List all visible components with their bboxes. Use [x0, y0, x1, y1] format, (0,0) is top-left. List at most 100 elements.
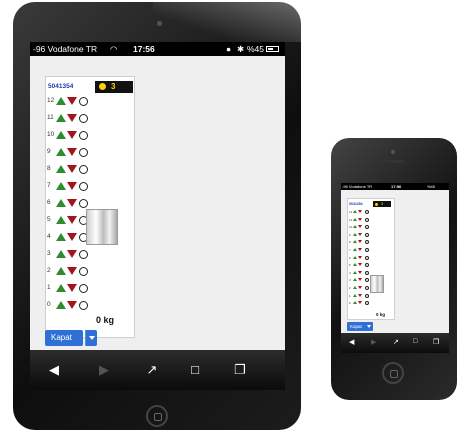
floor-label: 12 — [47, 97, 55, 104]
phone-share-icon[interactable]: ↗ — [393, 338, 399, 346]
floor-indicator-circle[interactable] — [364, 225, 369, 230]
call-up-arrow-icon[interactable] — [353, 293, 357, 297]
call-up-arrow-icon[interactable] — [353, 263, 357, 267]
call-up-arrow-icon[interactable] — [353, 210, 357, 213]
floor-indicator-circle[interactable] — [364, 255, 369, 260]
call-down-arrow-icon[interactable] — [67, 267, 77, 275]
floor-indicator-circle[interactable] — [364, 240, 369, 245]
call-down-arrow-icon[interactable] — [67, 216, 77, 224]
floor-indicator-circle[interactable] — [79, 267, 88, 276]
carrier-label: -96 Vodafone TR — [33, 44, 98, 54]
call-up-arrow-icon[interactable] — [56, 284, 66, 292]
call-up-arrow-icon[interactable] — [353, 248, 357, 251]
call-up-arrow-icon[interactable] — [56, 199, 66, 207]
call-down-arrow-icon[interactable] — [358, 240, 363, 244]
forward-icon[interactable]: ▶ — [94, 362, 114, 378]
call-down-arrow-icon[interactable] — [358, 255, 363, 259]
floor-indicator-circle[interactable] — [364, 278, 369, 283]
phone-bookmarks-icon[interactable]: □ — [413, 338, 417, 345]
phone-forward-icon[interactable]: ▶ — [371, 338, 376, 346]
call-down-arrow-icon[interactable] — [67, 131, 77, 139]
call-down-arrow-icon[interactable] — [358, 248, 363, 251]
call-down-arrow-icon[interactable] — [358, 270, 363, 274]
call-up-arrow-icon[interactable] — [56, 114, 66, 122]
call-up-arrow-icon[interactable] — [353, 278, 357, 282]
call-up-arrow-icon[interactable] — [353, 240, 357, 244]
floor-indicator-circle[interactable] — [79, 182, 88, 191]
call-down-arrow-icon[interactable] — [67, 250, 77, 258]
call-up-arrow-icon[interactable] — [56, 216, 66, 224]
floor-indicator-circle[interactable] — [79, 250, 88, 259]
call-down-arrow-icon[interactable] — [67, 114, 77, 122]
floor-label: 5 — [349, 263, 351, 268]
call-down-arrow-icon[interactable] — [67, 284, 77, 292]
floor-indicator-circle[interactable] — [79, 97, 88, 106]
call-down-arrow-icon[interactable] — [358, 293, 363, 297]
call-down-arrow-icon[interactable] — [67, 182, 77, 190]
floor-indicator-circle[interactable] — [364, 210, 369, 214]
floor-indicator-circle[interactable] — [364, 263, 369, 268]
floor-indicator-circle[interactable] — [364, 217, 369, 222]
phone-back-icon[interactable]: ◀ — [349, 338, 354, 346]
call-down-arrow-icon[interactable] — [67, 199, 77, 207]
lock-rotation-icon: ● — [226, 44, 232, 54]
call-up-arrow-icon[interactable] — [56, 131, 66, 139]
floor-indicator-circle[interactable] — [79, 301, 88, 310]
phone-battery-label: %45 — [427, 184, 436, 189]
call-down-arrow-icon[interactable] — [358, 263, 363, 267]
call-up-arrow-icon[interactable] — [353, 217, 357, 221]
call-down-arrow-icon[interactable] — [358, 286, 363, 289]
call-up-arrow-icon[interactable] — [56, 182, 66, 190]
call-down-arrow-icon[interactable] — [358, 301, 363, 305]
call-down-arrow-icon[interactable] — [358, 278, 363, 282]
dropdown-toggle[interactable] — [85, 330, 97, 346]
call-up-arrow-icon[interactable] — [56, 250, 66, 258]
call-down-arrow-icon[interactable] — [358, 210, 363, 213]
call-up-arrow-icon[interactable] — [56, 233, 66, 241]
floor-indicator-circle[interactable] — [79, 284, 88, 293]
floor-indicator-circle[interactable] — [79, 131, 88, 140]
tabs-icon[interactable]: ❐ — [230, 362, 250, 378]
floor-indicator-circle[interactable] — [364, 248, 369, 252]
floor-indicator-circle[interactable] — [79, 148, 88, 157]
call-down-arrow-icon[interactable] — [67, 165, 77, 173]
call-up-arrow-icon[interactable] — [353, 270, 357, 274]
call-down-arrow-icon[interactable] — [358, 232, 363, 236]
call-up-arrow-icon[interactable] — [353, 301, 357, 305]
call-down-arrow-icon[interactable] — [358, 225, 363, 229]
bookmarks-icon[interactable]: □ — [185, 362, 205, 378]
phone-tabs-icon[interactable]: ❐ — [433, 338, 439, 346]
floor-indicator-circle[interactable] — [79, 199, 88, 208]
call-down-arrow-icon[interactable] — [67, 233, 77, 241]
phone-count-badge: 3 — [373, 201, 391, 207]
floor-indicator-circle[interactable] — [364, 293, 369, 298]
call-down-arrow-icon[interactable] — [67, 148, 77, 156]
floor-indicator-circle[interactable] — [364, 270, 369, 275]
share-icon[interactable]: ↗ — [142, 362, 162, 378]
call-down-arrow-icon[interactable] — [67, 97, 77, 105]
call-down-arrow-icon[interactable] — [67, 301, 77, 309]
floor-indicator-circle[interactable] — [79, 114, 88, 123]
call-up-arrow-icon[interactable] — [353, 286, 357, 289]
call-up-arrow-icon[interactable] — [353, 225, 357, 229]
call-up-arrow-icon[interactable] — [56, 97, 66, 105]
floor-indicator-circle[interactable] — [364, 286, 369, 290]
kapat-button[interactable]: Kapat — [45, 330, 97, 346]
call-up-arrow-icon[interactable] — [56, 165, 66, 173]
floor-indicator-circle[interactable] — [79, 165, 88, 174]
floor-label: 4 — [47, 233, 51, 240]
floor-label: 12 — [349, 210, 353, 214]
call-up-arrow-icon[interactable] — [56, 267, 66, 275]
phone-home-button[interactable] — [382, 362, 404, 384]
call-up-arrow-icon[interactable] — [56, 301, 66, 309]
back-icon[interactable]: ◀ — [44, 362, 64, 378]
floor-indicator-circle[interactable] — [364, 301, 369, 306]
call-down-arrow-icon[interactable] — [358, 217, 363, 221]
phone-kapat-button[interactable]: Kapat — [347, 322, 373, 331]
call-up-arrow-icon[interactable] — [353, 232, 357, 236]
tablet-home-button[interactable] — [146, 405, 168, 427]
call-up-arrow-icon[interactable] — [353, 255, 357, 259]
phone-browser-toolbar: ◀ ▶ ↗ □ ❐ — [341, 333, 449, 353]
call-up-arrow-icon[interactable] — [56, 148, 66, 156]
floor-indicator-circle[interactable] — [364, 232, 369, 237]
